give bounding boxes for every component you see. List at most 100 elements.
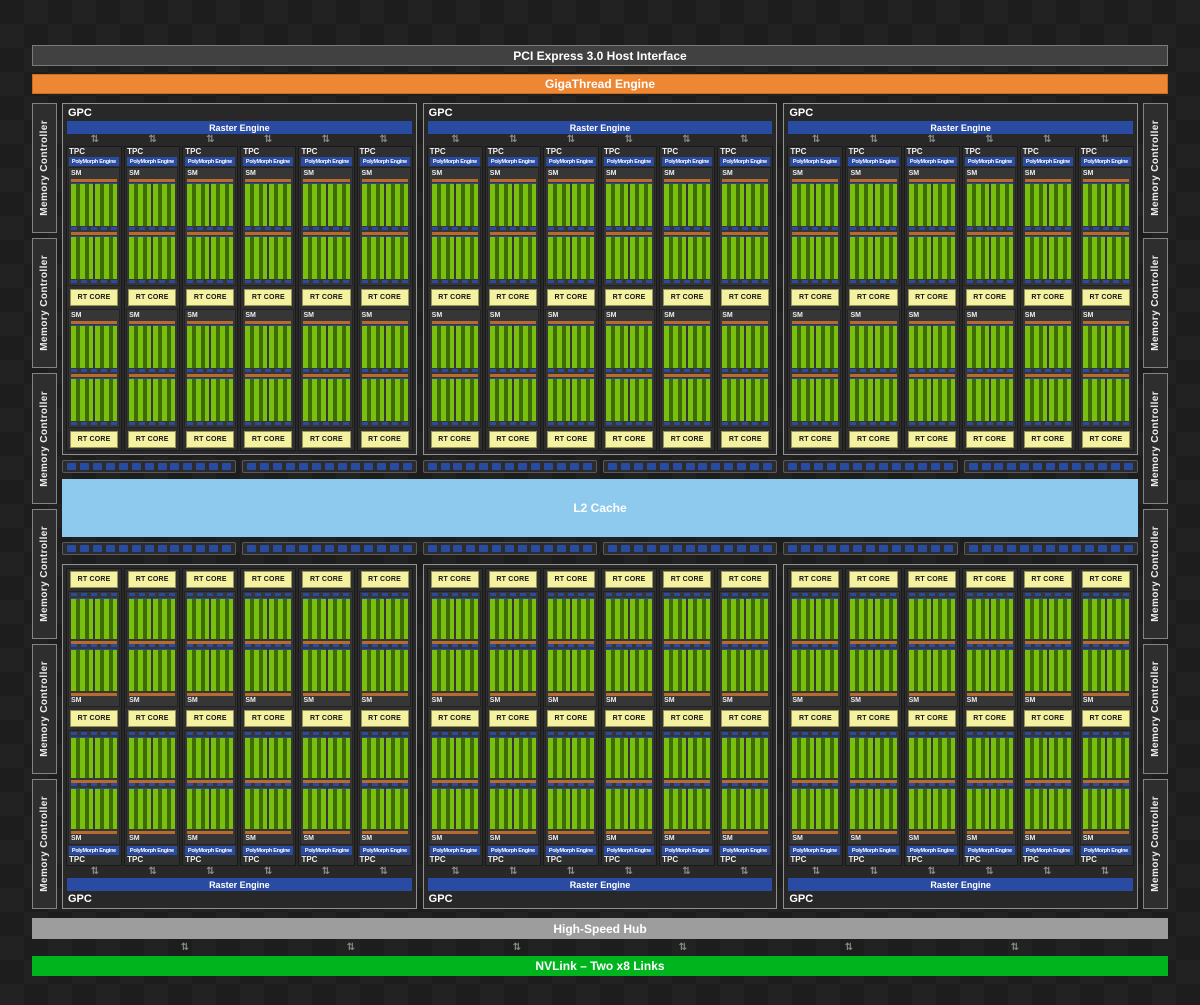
- updown-arrow-icon: ⇅: [566, 134, 576, 145]
- cuda-core-block: [630, 649, 653, 691]
- core-columns: [303, 378, 350, 421]
- load-store-strip: [966, 280, 1013, 283]
- sm-block: SM: [358, 729, 411, 845]
- tpc-label: TPC: [243, 855, 260, 864]
- core-columns: [1082, 787, 1130, 829]
- sm-processing-block: [244, 373, 292, 426]
- cuda-core-block: [211, 378, 234, 421]
- sm-processing-block: [605, 731, 653, 783]
- cuda-core-block: [303, 598, 326, 640]
- cuda-core-block: [153, 378, 176, 421]
- tpc-label: TPC: [301, 147, 318, 156]
- tpc-block: TPC PolyMorph Engine SM RT CORE SM RT CO…: [356, 146, 413, 451]
- polymorph-engine-label: PolyMorph Engine: [1083, 847, 1128, 854]
- core-columns: [547, 787, 595, 829]
- l2-crossbar-port: [981, 463, 991, 470]
- raster-engine-bar: Raster Engine: [788, 878, 1134, 891]
- load-store-strip: [303, 644, 350, 648]
- cuda-core-block: [908, 736, 931, 778]
- load-store-strip: [489, 782, 536, 786]
- sm-label: SM: [1024, 170, 1036, 177]
- rt-core: RT CORE: [721, 289, 770, 306]
- warp-scheduler-strip: [547, 321, 594, 324]
- sm-label: SM: [664, 312, 675, 319]
- rt-core: RT CORE: [244, 289, 293, 306]
- cuda-core-block: [489, 236, 512, 279]
- high-speed-hub-bar: High-Speed Hub: [32, 918, 1168, 939]
- gpc-label: GPC: [789, 107, 814, 119]
- l2-crossbar-port: [92, 545, 102, 552]
- sm-label: SM: [245, 696, 256, 704]
- rt-core: RT CORE: [605, 571, 654, 588]
- raster-engine-label: Raster Engine: [930, 879, 991, 890]
- warp-scheduler-strip: [966, 179, 1013, 182]
- load-store-strip: [71, 644, 118, 648]
- load-store-strip: [303, 280, 350, 283]
- rt-core: RT CORE: [1023, 571, 1072, 588]
- l2-crossbar-segment: [62, 460, 237, 473]
- cuda-core-block: [455, 787, 478, 829]
- tpc-label: TPC: [720, 147, 737, 156]
- sm-processing-block: [431, 320, 479, 373]
- rt-core: RT CORE: [488, 431, 537, 448]
- warp-scheduler-strip: [547, 374, 594, 377]
- sm-processing-block: [70, 593, 118, 645]
- cuda-core-block: [746, 736, 769, 778]
- tpc-block: TPC PolyMorph Engine SM RT CORE SM RT CO…: [903, 146, 960, 451]
- cuda-core-block: [547, 649, 570, 691]
- l2-crossbar-port: [788, 545, 798, 552]
- cuda-core-block: [385, 183, 408, 226]
- sm-processing-block: [361, 178, 409, 231]
- l2-crossbar-port: [286, 545, 296, 552]
- load-store-strip: [908, 731, 955, 735]
- cuda-core-block: [361, 325, 384, 368]
- cuda-core-block: [513, 378, 536, 421]
- tpc-block: TPC PolyMorph Engine SM RT CORE SM RT CO…: [182, 146, 239, 451]
- updown-arrow-icon: ⇅: [869, 134, 879, 145]
- cuda-core-block: [966, 378, 989, 421]
- nvlink-arrows-row: ⇅ ⇅ ⇅ ⇅ ⇅ ⇅: [32, 939, 1168, 956]
- cuda-core-block: [792, 787, 815, 829]
- polymorph-engine-label: PolyMorph Engine: [793, 158, 838, 165]
- core-columns: [606, 325, 653, 368]
- rt-core: RT CORE: [721, 709, 770, 727]
- core-columns: [187, 736, 234, 778]
- l2-crossbar-port: [569, 545, 579, 552]
- rt-core: RT CORE: [128, 571, 177, 588]
- cuda-core-block: [966, 183, 989, 226]
- rt-core: RT CORE: [1081, 571, 1130, 588]
- cuda-core-block: [1024, 598, 1047, 640]
- sm-label: SM: [1024, 835, 1036, 842]
- sm-label: SM: [664, 696, 675, 704]
- polymorph-engine-label: PolyMorph Engine: [851, 158, 896, 165]
- sm-label: SM: [908, 170, 920, 177]
- rt-core-label: RT CORE: [310, 714, 343, 722]
- l2-crossbar-port: [544, 463, 554, 470]
- tpc-block: TPC PolyMorph Engine SM RT CORE SM RT CO…: [1077, 146, 1134, 451]
- core-columns: [606, 736, 653, 778]
- rt-core-label: RT CORE: [77, 436, 111, 443]
- updown-arrow-icon: ⇅: [844, 941, 854, 953]
- rt-core: RT CORE: [791, 709, 840, 727]
- warp-scheduler-strip: [361, 179, 408, 182]
- core-columns: [792, 183, 839, 226]
- tpc-label: TPC: [964, 855, 981, 864]
- warp-scheduler-strip: [1082, 374, 1129, 377]
- rt-core: RT CORE: [1081, 709, 1130, 727]
- raster-engine-bar: Raster Engine: [67, 878, 412, 891]
- tpc-block: TPC PolyMorph Engine SM RT CORE SM RT CO…: [601, 146, 658, 451]
- sm-label: SM: [187, 312, 198, 319]
- cuda-core-block: [571, 325, 595, 368]
- warp-scheduler-strip: [722, 321, 769, 324]
- load-store-strip: [431, 644, 478, 648]
- core-columns: [245, 378, 292, 421]
- sm-processing-block: [721, 231, 769, 284]
- polymorph-engine-bar: PolyMorph Engine: [429, 846, 480, 855]
- memory-controller: Memory Controller: [1143, 508, 1168, 639]
- rt-core: RT CORE: [360, 431, 409, 448]
- sm-block: SM: [789, 729, 842, 845]
- l2-crossbar-port: [827, 463, 837, 470]
- l2-crossbar-port: [891, 545, 901, 552]
- updown-arrow-icon: ⇅: [148, 134, 157, 145]
- cuda-core-block: [1106, 325, 1130, 368]
